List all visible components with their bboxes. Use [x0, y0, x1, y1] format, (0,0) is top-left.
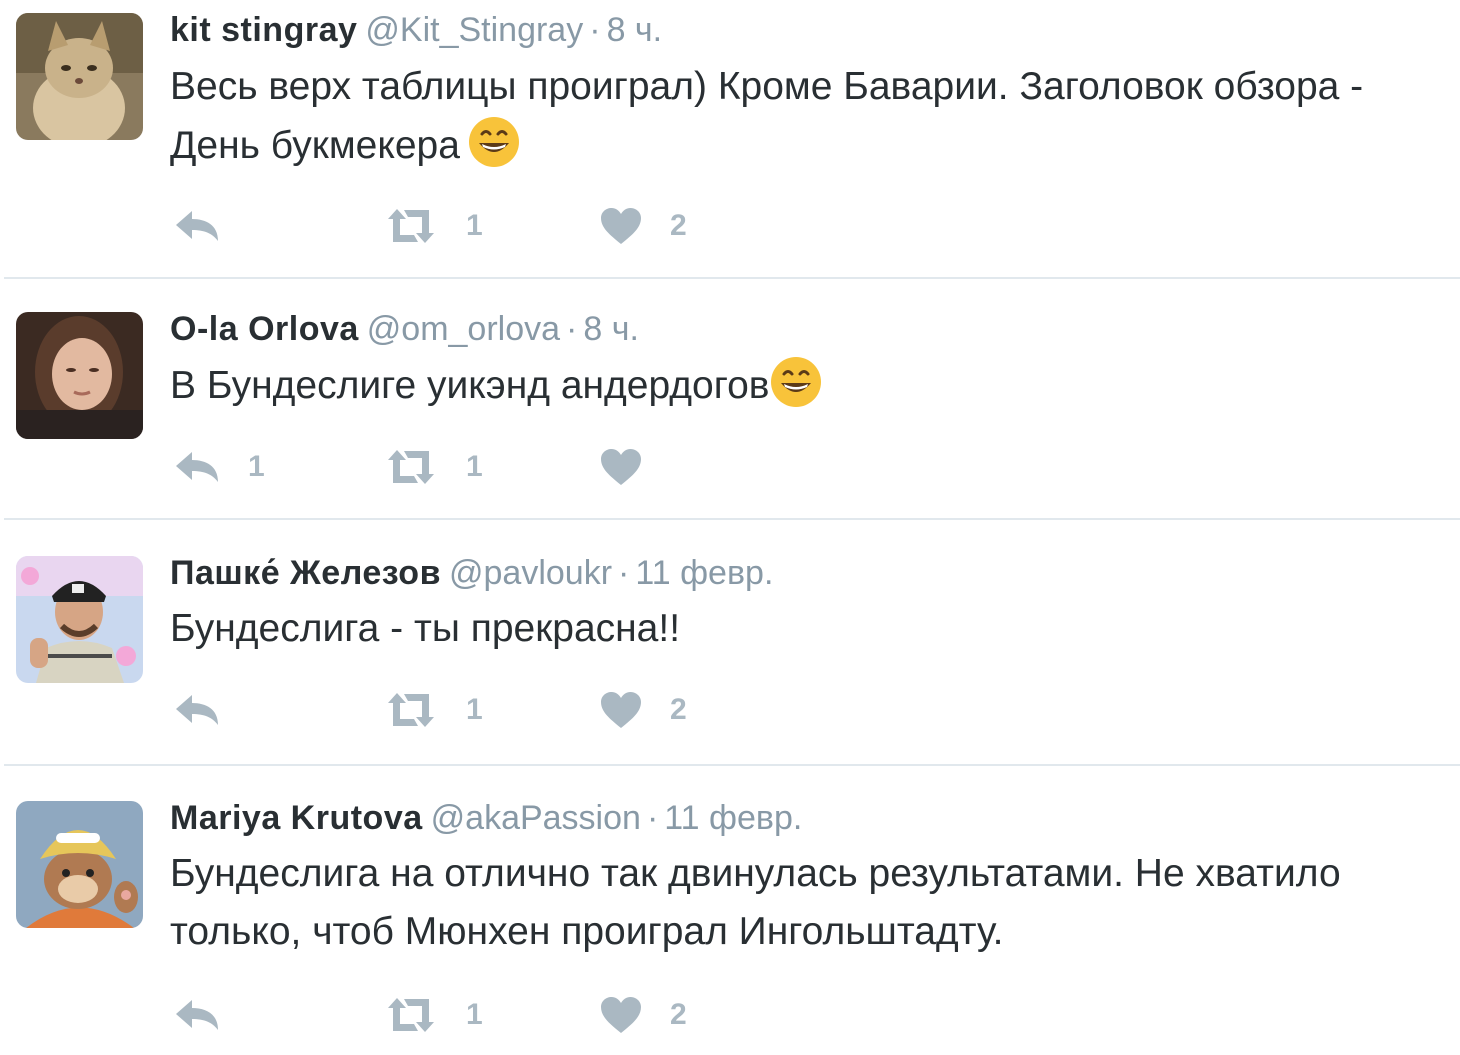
user-handle[interactable]: @om_orlova [367, 310, 560, 348]
tweet-text: Бундеслига на отлично так двинулась резу… [170, 852, 1341, 953]
reply-button[interactable] [174, 201, 248, 251]
reply-icon [176, 452, 218, 482]
retweet-button[interactable]: 1 [384, 442, 483, 492]
tweet-actions: 1 2 [170, 990, 770, 1040]
timestamp[interactable]: 8 ч. [607, 11, 663, 49]
tweet-text: Весь верх таблицы проиграл) Кроме Бавари… [170, 65, 1364, 167]
reply-icon [176, 695, 218, 725]
tweet-header: kit stingray @Kit_Stingray · 8 ч. [170, 10, 662, 50]
tweet-header: O-la Orlova @om_orlova · 8 ч. [170, 309, 639, 349]
tweet-actions: 1 2 [170, 201, 770, 251]
retweet-icon [388, 693, 434, 727]
reply-count: 1 [248, 450, 265, 483]
display-name[interactable]: O-la Orlova [170, 310, 359, 348]
retweet-count: 1 [466, 998, 483, 1031]
retweet-count: 1 [466, 450, 483, 483]
tweet-header: Mariya Krutova @akaPassion · 11 февр. [170, 798, 802, 838]
avatar[interactable] [16, 801, 143, 928]
divider [4, 277, 1460, 279]
retweet-count: 1 [466, 209, 483, 242]
display-name[interactable]: kit stingray [170, 11, 357, 49]
retweet-button[interactable]: 1 [384, 685, 483, 735]
like-button[interactable]: 2 [600, 685, 687, 735]
retweet-icon [388, 209, 434, 243]
tweet-text-block: В Бундеслиге уикэнд андердогов [170, 356, 1455, 415]
divider [4, 518, 1460, 520]
heart-icon [601, 449, 641, 485]
like-count: 2 [670, 998, 687, 1031]
retweet-icon [388, 450, 434, 484]
avatar[interactable] [16, 13, 143, 140]
timestamp[interactable]: 11 февр. [635, 554, 773, 592]
heart-icon [601, 692, 641, 728]
like-count: 2 [670, 209, 687, 242]
grinning-face-emoji-icon [770, 357, 821, 407]
like-button[interactable]: 2 [600, 990, 687, 1040]
user-handle[interactable]: @akaPassion [431, 799, 641, 837]
display-name[interactable]: Пашке́ Железов [170, 554, 441, 592]
avatar[interactable] [16, 556, 143, 683]
heart-icon [601, 997, 641, 1033]
tweet-text-block: Бундеслига - ты прекрасна!! [170, 600, 1455, 658]
tweet-text-block: Весь верх таблицы проиграл) Кроме Бавари… [170, 58, 1455, 175]
retweet-count: 1 [466, 693, 483, 726]
heart-icon [601, 208, 641, 244]
tweet-text: В Бундеслиге уикэнд андердогов [170, 364, 770, 407]
like-button[interactable]: 2 [600, 201, 687, 251]
grinning-face-emoji-icon [468, 117, 519, 167]
tweet-text-block: Бундеслига на отлично так двинулась резу… [170, 845, 1455, 961]
divider [4, 764, 1460, 766]
reply-button[interactable] [174, 685, 248, 735]
display-name[interactable]: Mariya Krutova [170, 799, 423, 837]
separator: · [646, 799, 659, 837]
tweet-text: Бундеслига - ты прекрасна!! [170, 607, 681, 650]
reply-icon [176, 1000, 218, 1030]
tweet-header: Пашке́ Железов @pavloukr · 11 февр. [170, 553, 773, 593]
retweet-icon [388, 998, 434, 1032]
avatar[interactable] [16, 312, 143, 439]
separator: · [589, 11, 601, 49]
timestamp[interactable]: 8 ч. [583, 310, 639, 348]
like-count: 2 [670, 693, 687, 726]
retweet-button[interactable]: 1 [384, 990, 483, 1040]
separator: · [566, 310, 578, 348]
user-handle[interactable]: @Kit_Stingray [365, 11, 583, 49]
tweet-actions: 1 2 [170, 685, 770, 735]
reply-button[interactable]: 1 [174, 442, 265, 492]
retweet-button[interactable]: 1 [384, 201, 483, 251]
separator: · [618, 554, 630, 592]
like-button[interactable] [600, 442, 670, 492]
reply-button[interactable] [174, 990, 248, 1040]
timestamp[interactable]: 11 февр. [664, 799, 802, 837]
tweet-actions: 1 1 [170, 442, 770, 492]
reply-icon [176, 211, 218, 241]
user-handle[interactable]: @pavloukr [449, 554, 612, 592]
